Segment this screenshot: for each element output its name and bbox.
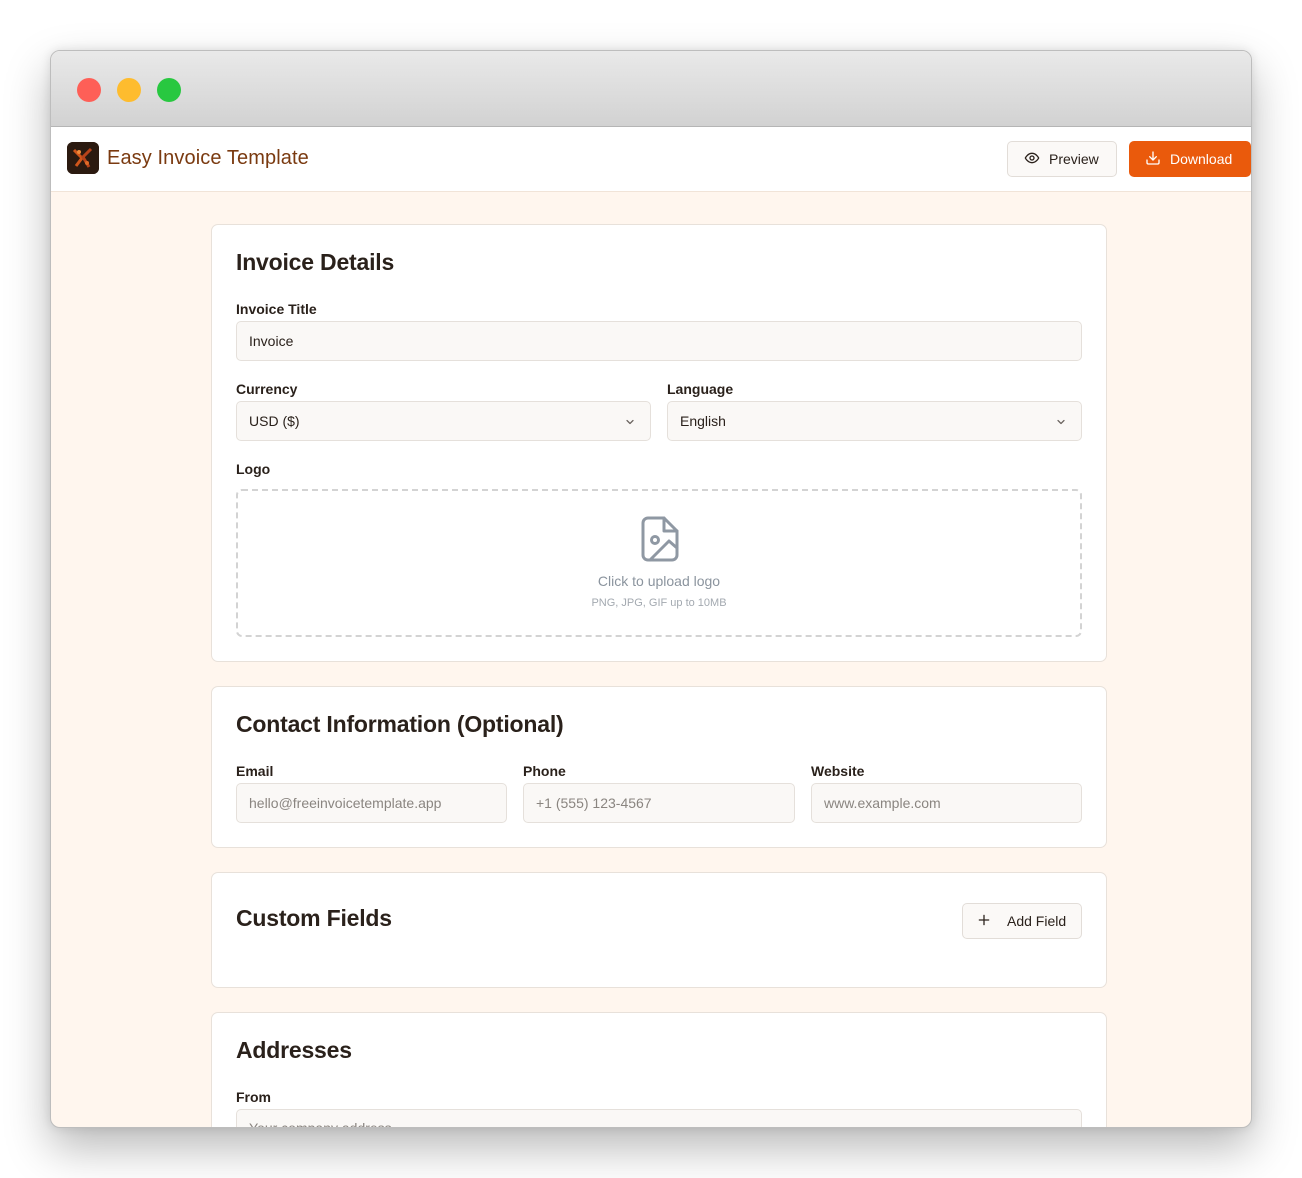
chevron-down-icon bbox=[624, 415, 636, 431]
logo-label: Logo bbox=[236, 461, 271, 477]
preview-button[interactable]: Preview bbox=[1007, 141, 1117, 177]
app-logo-icon bbox=[67, 142, 99, 174]
eye-icon bbox=[1024, 150, 1040, 169]
add-field-button[interactable]: Add Field bbox=[962, 903, 1082, 939]
custom-fields-card: Custom Fields Add Field bbox=[211, 872, 1107, 988]
close-window-button[interactable] bbox=[77, 78, 101, 102]
upload-instruction: Click to upload logo bbox=[597, 573, 721, 589]
currency-select[interactable]: USD ($) bbox=[236, 401, 651, 441]
currency-label: Currency bbox=[236, 381, 298, 397]
invoice-details-card: Invoice Details Invoice Title Invoice Cu… bbox=[211, 224, 1107, 662]
download-icon bbox=[1145, 150, 1161, 169]
browser-window: Easy Invoice Template Preview Download I… bbox=[50, 50, 1252, 1128]
invoice-details-heading: Invoice Details bbox=[236, 249, 395, 275]
image-file-icon bbox=[640, 515, 680, 568]
from-address-field[interactable]: Your company address bbox=[236, 1109, 1082, 1127]
phone-label: Phone bbox=[523, 763, 566, 779]
email-label: Email bbox=[236, 763, 274, 779]
invoice-title-input[interactable]: Invoice bbox=[236, 321, 1082, 361]
window-titlebar bbox=[51, 51, 1251, 127]
add-field-label: Add Field bbox=[1007, 913, 1067, 929]
minimize-window-button[interactable] bbox=[117, 78, 141, 102]
preview-label: Preview bbox=[1049, 151, 1099, 167]
logo-upload-dropzone[interactable]: Click to upload logo PNG, JPG, GIF up to… bbox=[236, 489, 1082, 637]
custom-fields-heading: Custom Fields bbox=[236, 905, 392, 931]
contact-card: Contact Information (Optional) Email hel… bbox=[211, 686, 1107, 848]
download-button[interactable]: Download bbox=[1129, 141, 1251, 177]
language-value: English bbox=[680, 413, 726, 429]
invoice-title-label: Invoice Title bbox=[236, 301, 317, 317]
addresses-heading: Addresses bbox=[236, 1037, 352, 1063]
plus-icon bbox=[977, 913, 991, 930]
app-title: Easy Invoice Template bbox=[107, 147, 309, 169]
language-select[interactable]: English bbox=[667, 401, 1082, 441]
website-label: Website bbox=[811, 763, 865, 779]
app-header: Easy Invoice Template Preview Download bbox=[51, 127, 1251, 192]
currency-value: USD ($) bbox=[249, 413, 300, 429]
chevron-down-icon bbox=[1055, 415, 1067, 431]
website-field[interactable]: www.example.com bbox=[811, 783, 1082, 823]
email-field[interactable]: hello@freeinvoicetemplate.app bbox=[236, 783, 507, 823]
addresses-card: Addresses From Your company address bbox=[211, 1012, 1107, 1127]
upload-hint: PNG, JPG, GIF up to 10MB bbox=[591, 597, 727, 609]
phone-field[interactable]: +1 (555) 123-4567 bbox=[523, 783, 795, 823]
language-label: Language bbox=[667, 381, 734, 397]
contact-heading: Contact Information (Optional) bbox=[236, 711, 564, 737]
from-label: From bbox=[236, 1089, 271, 1105]
download-label: Download bbox=[1170, 151, 1233, 167]
maximize-window-button[interactable] bbox=[157, 78, 181, 102]
